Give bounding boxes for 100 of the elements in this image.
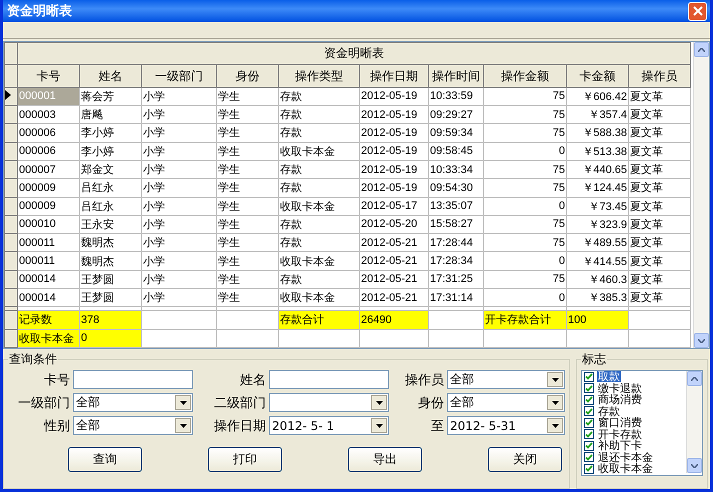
row-selector[interactable] (4, 87, 18, 106)
table-cell: 魏明杰 (80, 234, 142, 252)
scroll-up-button[interactable] (694, 42, 709, 57)
dropdown[interactable]: 全部 (73, 393, 193, 412)
table-cell: 09:58:45 (428, 142, 484, 160)
date-picker[interactable]: 2012- 5- 1 (269, 416, 389, 435)
table-cell: 2012-05-19 (360, 124, 428, 142)
dropdown-button[interactable] (371, 418, 387, 433)
list-item[interactable]: 退还卡本金 (597, 452, 654, 463)
table-cell: 小学 (142, 142, 216, 160)
table-cell: ￥513.38 (566, 142, 628, 160)
table-cell: 李小婷 (80, 142, 142, 160)
text-field[interactable] (269, 370, 389, 389)
checkbox[interactable] (584, 464, 594, 474)
table-cell: 夏文革 (628, 106, 691, 124)
table-cell: 000009 (18, 178, 80, 197)
caret-icon (180, 400, 186, 404)
column-header[interactable]: 身份 (216, 64, 278, 88)
dropdown-button[interactable] (175, 418, 191, 433)
dropdown-button[interactable] (547, 395, 563, 410)
table-cell: ￥357.4 (566, 106, 628, 124)
current-row-icon (5, 90, 11, 100)
caret-icon (376, 424, 382, 428)
checkbox[interactable] (584, 418, 594, 428)
action-button[interactable]: 关闭 (488, 447, 562, 472)
date-picker[interactable]: 2012- 5-31 (447, 416, 565, 435)
checkbox[interactable] (584, 406, 594, 416)
scroll-down-button[interactable] (687, 458, 702, 473)
checkbox[interactable] (584, 383, 594, 394)
table-cell: 存款 (278, 270, 360, 288)
table-cell: 收取卡本金 (278, 252, 360, 270)
table-cell: 2012-05-20 (360, 215, 428, 234)
dropdown-button[interactable] (547, 418, 563, 433)
checkbox[interactable] (584, 440, 594, 451)
table-cell: 09:59:34 (428, 124, 484, 142)
table-cell: 存款 (278, 234, 360, 252)
list-item[interactable]: 存款 (597, 406, 621, 417)
dropdown[interactable]: 全部 (73, 416, 193, 435)
checkbox[interactable] (584, 429, 594, 440)
action-button[interactable]: 查询 (68, 447, 142, 472)
action-button[interactable]: 打印 (208, 447, 282, 472)
table-cell: 000014 (18, 270, 80, 288)
list-item[interactable]: 商场消费 (597, 394, 643, 406)
table-cell: 学生 (216, 178, 278, 197)
table-cell: 75 (484, 234, 566, 252)
column-header[interactable]: 操作金额 (484, 64, 566, 88)
table-cell: 夏文革 (628, 234, 691, 252)
table-cell: 09:54:30 (428, 178, 484, 197)
summary-cell: 100 (566, 310, 628, 330)
table-cell: 2012-05-21 (360, 234, 428, 252)
table-cell: 学生 (216, 270, 278, 288)
table-cell: 2012-05-21 (360, 270, 428, 288)
scroll-down-button[interactable] (694, 333, 709, 348)
checkbox[interactable] (584, 394, 594, 405)
field-label: 一级部门 (17, 394, 70, 412)
column-header[interactable]: 卡金额 (566, 64, 628, 88)
list-item[interactable]: 窗口消费 (597, 417, 643, 428)
list-item[interactable]: 补助下卡 (597, 440, 643, 452)
list-item[interactable]: 收取卡本金 (597, 463, 654, 474)
dropdown[interactable]: 全部 (447, 370, 565, 389)
table-cell: ￥73.45 (566, 197, 628, 216)
column-header[interactable]: 操作时间 (428, 64, 484, 88)
table-cell: 2012-05-19 (360, 160, 428, 179)
column-header[interactable]: 操作日期 (360, 64, 428, 88)
table-cell: 夏文革 (628, 160, 691, 179)
table-cell: 0 (484, 197, 566, 216)
table-cell: 2012-05-19 (360, 106, 428, 124)
action-button[interactable]: 导出 (348, 447, 422, 472)
list-item[interactable]: 缴卡退款 (597, 382, 643, 394)
table-cell: ￥440.65 (566, 160, 628, 179)
vertical-scrollbar[interactable] (693, 42, 709, 348)
dropdown[interactable]: 全部 (447, 393, 565, 412)
table-cell: ￥606.42 (566, 87, 628, 106)
dropdown-button[interactable] (175, 395, 191, 410)
dropdown-button[interactable] (547, 372, 563, 387)
list-item[interactable]: 取款 (597, 371, 621, 382)
column-header[interactable]: 操作员 (628, 64, 691, 88)
column-header[interactable]: 操作类型 (278, 64, 360, 88)
table-cell: 蒋会芳 (80, 87, 142, 106)
checkbox[interactable] (584, 452, 594, 462)
table-cell: 吕红永 (80, 178, 142, 197)
table-cell: 75 (484, 106, 566, 124)
text-field[interactable] (73, 370, 193, 389)
table-cell: 小学 (142, 87, 216, 106)
column-header[interactable]: 卡号 (18, 64, 80, 88)
table-cell: 75 (484, 270, 566, 288)
scroll-up-button[interactable] (687, 371, 702, 386)
checkbox[interactable] (584, 372, 594, 382)
close-button[interactable] (688, 2, 707, 20)
vertical-scrollbar[interactable] (686, 371, 702, 473)
table-cell: 小学 (142, 234, 216, 252)
column-header[interactable]: 姓名 (80, 64, 142, 88)
list-item[interactable]: 开卡存款 (597, 428, 643, 440)
table-cell: 学生 (216, 252, 278, 270)
dropdown-button[interactable] (371, 395, 387, 410)
table-cell: 夏文革 (628, 252, 691, 270)
table-cell: ￥460.3 (566, 270, 628, 288)
column-header[interactable]: 一级部门 (142, 64, 216, 88)
table-cell: 13:35:07 (428, 197, 484, 216)
table-cell: 17:28:44 (428, 234, 484, 252)
